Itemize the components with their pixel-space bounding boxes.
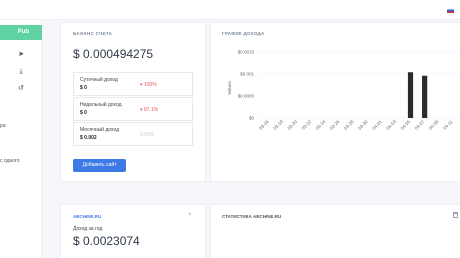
y-tick-label: $0 [249,116,255,121]
x-tick-label: 03-28 [343,119,355,131]
year-income-label: Доход за год [73,226,103,232]
y-tick-label: $0.001 [240,72,254,77]
y-tick-label: $0.0015 [238,50,255,55]
x-tick-label: 03-20 [286,119,298,131]
x-tick-label: 04-11 [442,119,454,131]
x-tick-label: 03-22 [301,119,313,131]
x-tick-label: 04-07 [414,119,426,131]
year-income-value: $ 0.0023074 [73,234,140,248]
chart-bar [422,75,428,118]
site-stats-card [210,204,460,258]
close-icon[interactable]: × [188,212,192,218]
y-axis-label: Values [227,81,232,95]
x-tick-label: 04-09 [428,119,440,131]
x-tick-label: 04-03 [385,119,397,131]
x-tick-label: 03-30 [357,119,369,131]
trash-icon[interactable] [453,212,458,218]
stats-card-title: СТАТИСТИКА ABCHINE.RU [222,214,282,219]
x-tick-label: 03-18 [272,119,284,131]
chart-bar [407,72,414,118]
x-tick-label: 03-16 [258,119,270,131]
x-tick-label: 03-24 [315,119,327,131]
y-tick-label: $0.0005 [238,94,255,99]
site-name-link[interactable]: ABCHINE.RU [73,214,101,219]
x-tick-label: 04-01 [371,119,383,131]
x-tick-label: 03-26 [329,119,341,131]
x-tick-label: 04-05 [400,119,412,131]
